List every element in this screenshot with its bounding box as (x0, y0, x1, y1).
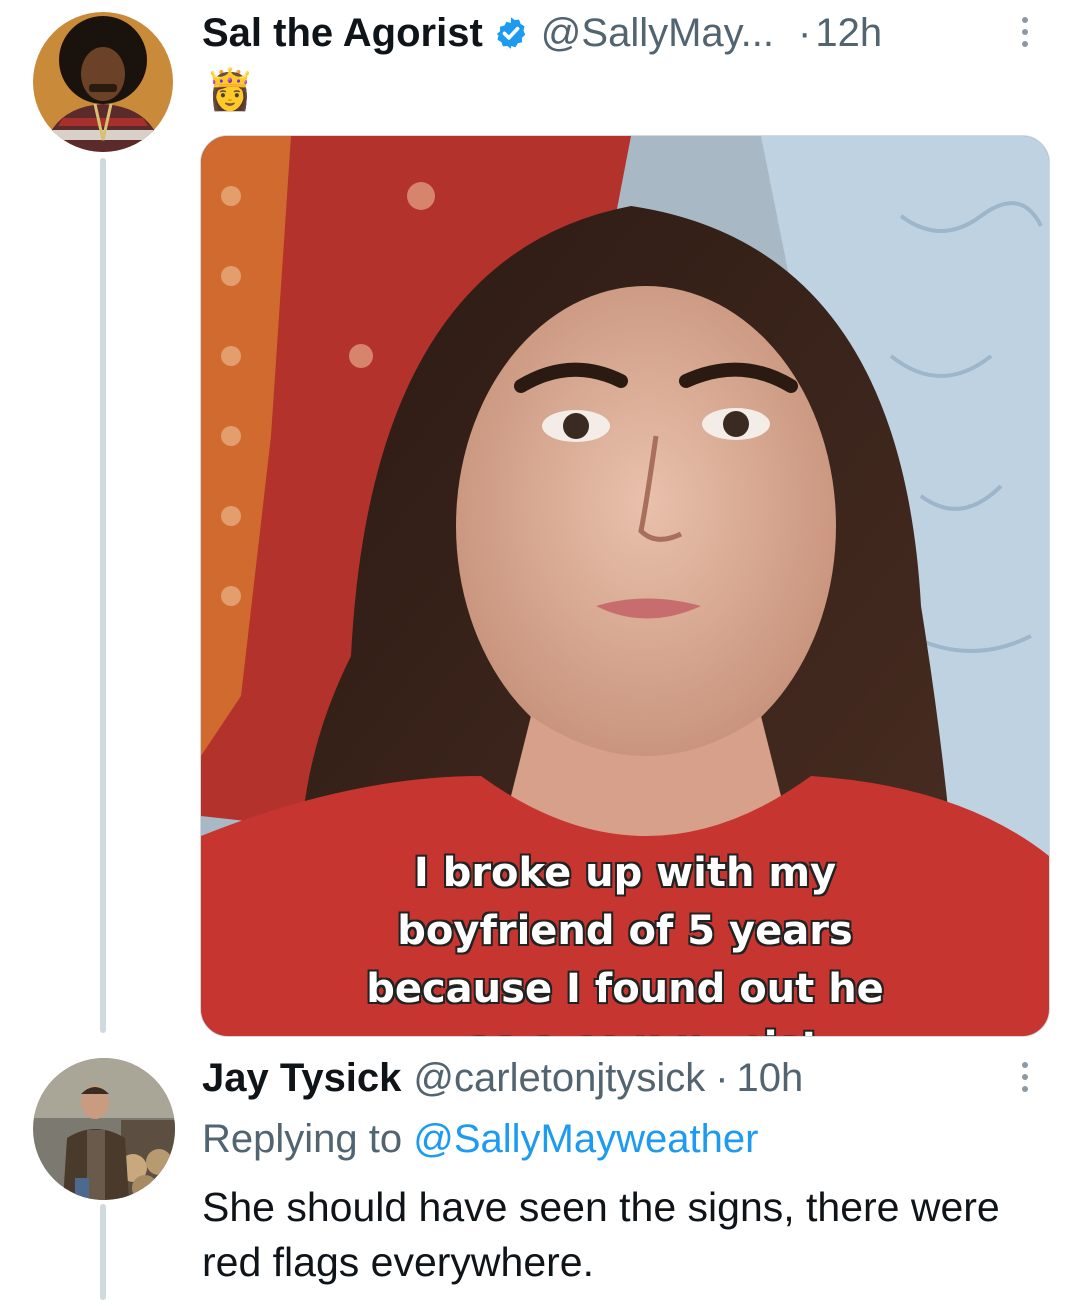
caption-line: was a communist (201, 1018, 1049, 1036)
avatar[interactable] (33, 12, 173, 152)
handle[interactable]: @SallyMay... (541, 11, 774, 56)
more-options-icon[interactable] (1010, 8, 1040, 56)
tweet-text: She should have seen the signs, there we… (202, 1184, 1000, 1285)
tweet-header: Jay Tysick @carletonjtysick · 10h (202, 1052, 803, 1104)
tweet-header: Sal the Agorist @SallyMay... · 12h (202, 8, 882, 58)
bio-emoji: 👸 (205, 68, 255, 112)
more-options-icon[interactable] (1010, 1053, 1040, 1101)
display-name[interactable]: Jay Tysick (202, 1056, 401, 1101)
replying-prefix: Replying to (202, 1117, 403, 1161)
thread-line-top (100, 158, 106, 1033)
timestamp[interactable]: 12h (815, 11, 882, 56)
tweet-image[interactable]: I broke up with my boyfriend of 5 years … (200, 135, 1050, 1037)
display-name[interactable]: Sal the Agorist (202, 11, 483, 56)
image-caption: I broke up with my boyfriend of 5 years … (201, 844, 1049, 1036)
avatar-man-afro-icon (33, 12, 173, 152)
mention-link[interactable]: @SallyMayweather (413, 1117, 758, 1161)
replying-to: Replying to @SallyMayweather (202, 1117, 758, 1162)
separator-dot: · (715, 1055, 729, 1100)
avatar-man-outdoors-icon (33, 1058, 175, 1200)
caption-line: because I found out he (365, 965, 885, 1013)
verified-badge-icon (496, 17, 526, 49)
caption-line: boyfriend of 5 years (396, 907, 854, 955)
caption-line: I broke up with my (413, 849, 837, 897)
thread-line-bottom (100, 1204, 106, 1300)
timestamp[interactable]: 10h (737, 1056, 804, 1101)
handle[interactable]: @carletonjtysick (413, 1056, 705, 1101)
avatar[interactable] (33, 1058, 175, 1200)
separator-dot: · (798, 10, 812, 55)
